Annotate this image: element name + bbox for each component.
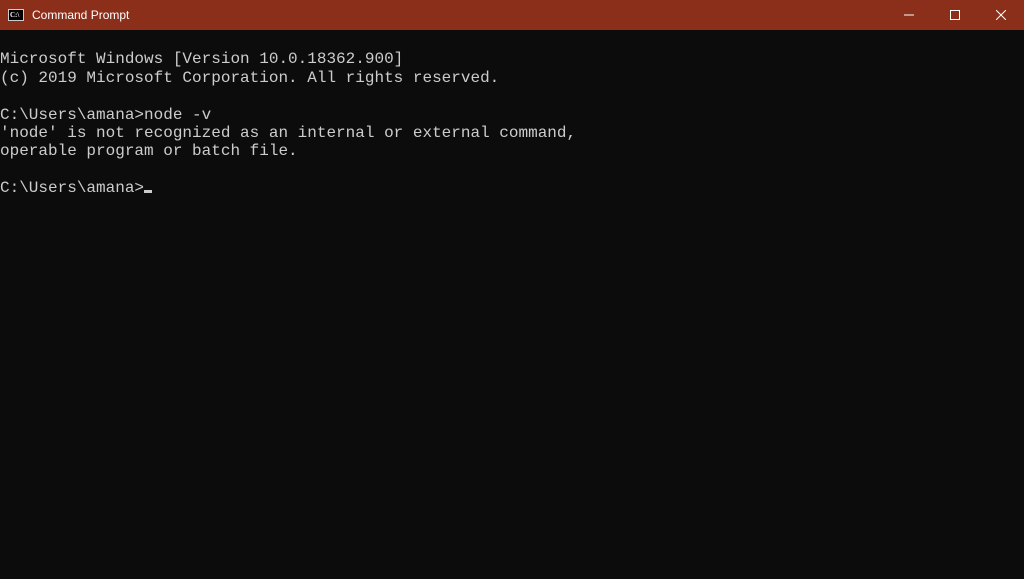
- svg-text:C:\: C:\: [10, 11, 20, 19]
- window-controls: [886, 0, 1024, 30]
- terminal-line: (c) 2019 Microsoft Corporation. All righ…: [0, 69, 499, 87]
- window-title: Command Prompt: [32, 8, 129, 22]
- terminal-line: Microsoft Windows [Version 10.0.18362.90…: [0, 50, 403, 68]
- close-button[interactable]: [978, 0, 1024, 30]
- maximize-button[interactable]: [932, 0, 978, 30]
- terminal-command: node -v: [144, 106, 211, 124]
- cursor: [144, 190, 152, 193]
- minimize-icon: [904, 10, 914, 20]
- minimize-button[interactable]: [886, 0, 932, 30]
- terminal-prompt: C:\Users\amana>: [0, 179, 144, 197]
- cmd-icon: C:\: [8, 7, 24, 23]
- terminal-prompt: C:\Users\amana>: [0, 106, 144, 124]
- titlebar-left: C:\ Command Prompt: [0, 7, 129, 23]
- terminal-error: 'node' is not recognized as an internal …: [0, 124, 576, 142]
- terminal-output[interactable]: Microsoft Windows [Version 10.0.18362.90…: [0, 30, 1024, 579]
- close-icon: [996, 10, 1006, 20]
- window-titlebar[interactable]: C:\ Command Prompt: [0, 0, 1024, 30]
- terminal-error: operable program or batch file.: [0, 142, 298, 160]
- maximize-icon: [950, 10, 960, 20]
